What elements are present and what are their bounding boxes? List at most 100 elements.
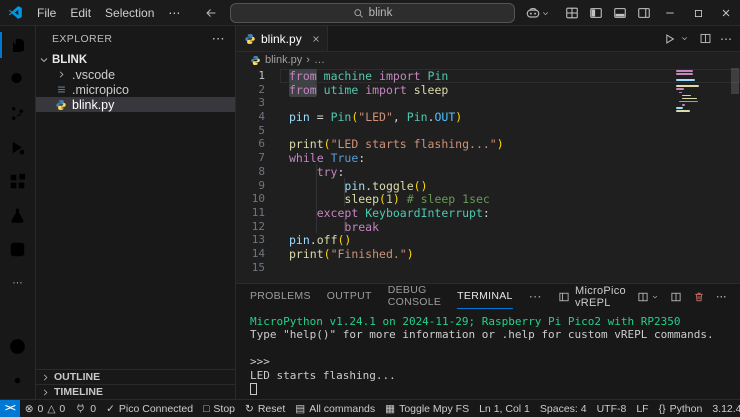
minimap-line	[676, 70, 693, 72]
line-content: pin.toggle()	[280, 179, 740, 193]
panel-tab-problems[interactable]: PROBLEMS	[250, 284, 311, 309]
python-file-icon	[244, 33, 256, 45]
remote-indicator[interactable]: ><	[0, 400, 20, 417]
window-close-button[interactable]	[712, 0, 740, 26]
menu-edit[interactable]: Edit	[63, 3, 98, 23]
toggle-secondary-sidebar-icon[interactable]	[632, 0, 656, 26]
code-line[interactable]: 1from machine import Pin	[236, 69, 740, 83]
accounts-icon[interactable]	[0, 329, 36, 363]
window-minimize-button[interactable]	[656, 0, 684, 26]
run-python-file-icon[interactable]	[662, 32, 676, 46]
tree-item-vscode[interactable]: .vscode	[36, 67, 235, 82]
command-center-search[interactable]: blink	[230, 3, 515, 23]
run-dropdown-chevron-icon[interactable]	[680, 34, 689, 43]
code-line[interactable]: 13pin.off()	[236, 233, 740, 247]
chevron-right-icon	[54, 69, 68, 80]
toggle-sidebar-icon[interactable]	[584, 0, 608, 26]
minimap-line	[682, 95, 691, 97]
terminal-cursor	[250, 383, 257, 395]
cursor-position[interactable]: Ln 1, Col 1	[474, 400, 535, 417]
section-outline[interactable]: OUTLINE	[36, 369, 235, 384]
all-commands-button[interactable]: ▤ All commands	[290, 400, 380, 417]
settings-gear-icon[interactable]	[0, 363, 36, 397]
window-maximize-button[interactable]	[684, 0, 712, 26]
terminal-selector[interactable]: MicroPico vREPL	[558, 285, 626, 309]
indentation-status[interactable]: Spaces: 4	[535, 400, 592, 417]
breadcrumb[interactable]: blink.py › …	[236, 52, 740, 68]
activity-testing-icon[interactable]	[0, 198, 36, 232]
problems-status[interactable]: ⊗ 0 △ 0	[20, 400, 71, 417]
menu-selection[interactable]: Selection	[98, 3, 161, 23]
panel-tab-debug-console[interactable]: DEBUG CONSOLE	[388, 284, 441, 309]
tree-item-blink-py[interactable]: blink.py	[36, 97, 235, 112]
vscode-logo-icon	[0, 5, 30, 20]
code-editor[interactable]: 1from machine import Pin2from utime impo…	[236, 68, 740, 283]
language-mode[interactable]: {} Python	[654, 400, 708, 417]
activity-micropico-icon[interactable]	[0, 232, 36, 266]
tree-item-label: blink.py	[72, 98, 114, 112]
interpreter-version: 3.12.4	[712, 403, 740, 415]
activity-more-icon[interactable]: ⋯	[0, 266, 36, 300]
code-line[interactable]: 4pin = Pin("LED", Pin.OUT)	[236, 110, 740, 124]
nav-back-icon[interactable]	[201, 3, 221, 23]
activity-explorer-icon[interactable]	[0, 28, 36, 62]
tab-blink-py[interactable]: blink.py	[236, 26, 328, 51]
menu-overflow[interactable]: ⋯	[161, 3, 187, 23]
editor-more-actions-icon[interactable]: ⋯	[720, 32, 732, 46]
tab-close-icon[interactable]	[311, 34, 321, 44]
activity-extensions-icon[interactable]	[0, 164, 36, 198]
menu-file[interactable]: File	[30, 3, 63, 23]
code-line[interactable]: 12 break	[236, 220, 740, 234]
code-line[interactable]: 6print("LED starts flashing...")	[236, 137, 740, 151]
explorer-actions-icon[interactable]: ⋯	[212, 31, 225, 47]
code-line[interactable]: 5	[236, 124, 740, 138]
customize-layout-icon[interactable]	[560, 0, 584, 26]
code-line[interactable]: 2from utime import sleep	[236, 83, 740, 97]
warning-count: 0	[59, 403, 65, 415]
stop-button[interactable]: □ Stop	[198, 400, 240, 417]
activity-search-icon[interactable]	[0, 62, 36, 96]
ellipsis-icon: ⋯	[12, 277, 23, 289]
braces-icon: {}	[659, 403, 666, 415]
code-line[interactable]: 3	[236, 96, 740, 110]
encoding-status[interactable]: UTF-8	[592, 400, 632, 417]
ln-col-label: Ln 1, Col 1	[479, 403, 530, 415]
panel-more-actions-icon[interactable]: ⋯	[716, 291, 727, 303]
copilot-button[interactable]	[525, 5, 550, 21]
python-interpreter[interactable]: 3.12.4	[707, 400, 740, 417]
tree-item-label: .vscode	[72, 68, 115, 82]
toggle-mpy-fs-button[interactable]: ▦ Toggle Mpy FS	[380, 400, 474, 417]
minimap[interactable]	[676, 70, 714, 116]
code-line[interactable]: 10 sleep(1) # sleep 1sec	[236, 192, 740, 206]
code-line[interactable]: 7while True:	[236, 151, 740, 165]
terminal-output[interactable]: MicroPython v1.24.1 on 2024-11-29; Raspb…	[236, 309, 740, 399]
settings-list-icon	[54, 84, 68, 95]
code-line[interactable]: 11 except KeyboardInterrupt:	[236, 206, 740, 220]
code-line[interactable]: 15	[236, 261, 740, 275]
activity-run-debug-icon[interactable]	[0, 130, 36, 164]
pico-connected-label: Pico Connected	[119, 403, 193, 415]
kill-terminal-icon[interactable]	[693, 291, 705, 303]
eol-status[interactable]: LF	[631, 400, 653, 417]
split-terminal-icon[interactable]	[670, 291, 682, 303]
toggle-panel-icon[interactable]	[608, 0, 632, 26]
launch-profile-icon[interactable]	[637, 291, 659, 303]
code-line[interactable]: 14print("Finished.")	[236, 247, 740, 261]
panel-tab-terminal[interactable]: TERMINAL	[457, 284, 513, 309]
line-content	[280, 96, 740, 110]
tree-item-micropico[interactable]: .micropico	[36, 82, 235, 97]
panel-tabs-more-icon[interactable]: ⋯	[529, 289, 542, 305]
split-editor-icon[interactable]	[699, 32, 712, 45]
code-line[interactable]: 9 pin.toggle()	[236, 179, 740, 193]
code-line[interactable]: 8 try:	[236, 165, 740, 179]
editor-scrollbar[interactable]	[731, 68, 739, 94]
copilot-icon	[525, 5, 541, 21]
list-icon: ▤	[295, 403, 305, 415]
activity-source-control-icon[interactable]	[0, 96, 36, 130]
section-timeline[interactable]: TIMELINE	[36, 384, 235, 399]
tree-root-blink[interactable]: BLINK	[36, 52, 235, 67]
reset-button[interactable]: ↻ Reset	[240, 400, 290, 417]
pico-connected-status[interactable]: ✓ Pico Connected	[101, 400, 198, 417]
panel-tab-output[interactable]: OUTPUT	[327, 284, 372, 309]
ports-status[interactable]: 0	[70, 400, 101, 417]
